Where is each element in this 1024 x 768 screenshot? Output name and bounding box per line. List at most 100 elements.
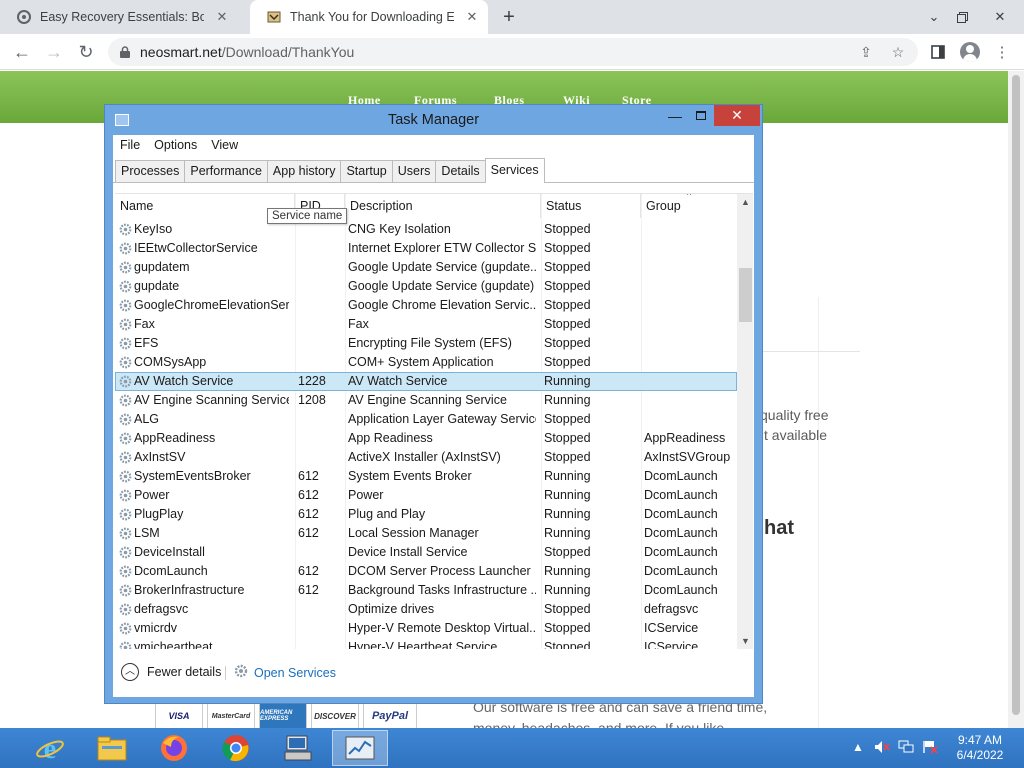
tabs-divider <box>113 182 754 183</box>
services-gear-icon <box>233 663 249 682</box>
table-row[interactable]: gupdate Google Update Service (gupdate) St… <box>115 277 737 296</box>
service-status: Stopped <box>544 450 591 464</box>
scrollbar-thumb[interactable] <box>739 268 752 322</box>
internet-explorer-icon[interactable]: e <box>22 730 78 766</box>
table-row[interactable]: AppReadiness App Readiness Stopped AppReadi… <box>115 429 737 448</box>
scroll-down-icon[interactable]: ▼ <box>737 633 753 649</box>
table-row[interactable]: gupdatem Google Update Service (gupdate..… <box>115 258 737 277</box>
table-row[interactable]: IEEtwCollectorService Internet Explorer E… <box>115 239 737 258</box>
scrollbar-thumb[interactable] <box>1012 75 1020 715</box>
service-name: gupdatem <box>134 260 190 274</box>
service-pid <box>298 429 342 448</box>
minimize-button[interactable]: — <box>662 107 688 127</box>
table-row[interactable]: AxInstSV ActiveX Installer (AxInstSV) Stop… <box>115 448 737 467</box>
close-button[interactable]: ✕ <box>714 105 760 126</box>
menu-kebab-icon[interactable]: ⋮ <box>988 38 1016 66</box>
column-header-description[interactable]: Description <box>345 194 541 218</box>
service-pid: 612 <box>298 469 319 483</box>
page-heading-fragment: hat <box>764 517 794 539</box>
menu-view[interactable]: View <box>204 135 245 156</box>
bookmark-star-icon[interactable]: ☆ <box>888 42 908 62</box>
tab-startup[interactable]: Startup <box>340 160 393 182</box>
tab-users[interactable]: Users <box>391 160 437 182</box>
table-row[interactable]: SystemEventsBroker 612 System Events Broke… <box>115 467 737 486</box>
table-row[interactable]: KeyIso CNG Key Isolation Stopped <box>115 220 737 239</box>
firefox-icon[interactable] <box>146 730 202 766</box>
side-panel-icon[interactable] <box>924 38 952 66</box>
share-icon[interactable]: ⇪ <box>856 42 876 62</box>
show-hidden-icons-icon[interactable]: ▲ <box>852 740 864 754</box>
tab-details[interactable]: Details <box>435 160 486 182</box>
browser-tab-thank-you[interactable]: Thank You for Downloading Easy ✕ <box>250 0 488 34</box>
fewer-details-button[interactable]: ︿ Fewer details <box>121 663 221 681</box>
table-row[interactable]: GoogleChromeElevationSer... Google Chrome… <box>115 296 737 315</box>
restore-window-button[interactable] <box>942 0 982 34</box>
table-row[interactable]: COMSysApp COM+ System Application Stopped <box>115 353 737 372</box>
table-row[interactable]: DeviceInstall Device Install Service Stopp… <box>115 543 737 562</box>
service-status: Stopped <box>544 431 591 445</box>
address-bar[interactable]: neosmart.net/Download/ThankYou ⇪ ☆ <box>108 38 918 66</box>
browser-tab-easy-recovery[interactable]: Easy Recovery Essentials: Bootab ✕ <box>0 0 250 34</box>
service-group: ICService <box>644 621 699 635</box>
service-pid: 1228 <box>298 374 326 388</box>
tab-services[interactable]: Services <box>484 158 545 183</box>
back-arrow-icon[interactable]: ← <box>8 38 36 66</box>
table-row[interactable]: LSM 612 Local Session Manager Running DcomLa… <box>115 524 737 543</box>
clock-date: 6/4/2022 <box>956 748 1004 762</box>
service-group: AxInstSVGroup <box>644 450 731 464</box>
service-name: DeviceInstall <box>134 545 205 559</box>
chrome-icon[interactable] <box>208 730 264 766</box>
service-gear-icon <box>118 583 133 598</box>
page-scrollbar[interactable] <box>1008 71 1024 728</box>
tab-app-history[interactable]: App history <box>266 160 342 182</box>
tab-processes[interactable]: Processes <box>115 160 186 182</box>
service-name: Power <box>134 488 170 502</box>
scroll-up-icon[interactable]: ▲ <box>737 194 753 211</box>
system-clock[interactable]: 9:47 AM 6/4/2022 <box>948 733 1012 763</box>
control-panel-icon[interactable] <box>270 730 326 766</box>
tab-performance[interactable]: Performance <box>184 160 268 182</box>
menu-options[interactable]: Options <box>147 135 204 156</box>
forward-arrow-icon[interactable]: → <box>40 38 68 66</box>
network-icon[interactable] <box>898 740 914 757</box>
maximize-button[interactable] <box>688 107 714 127</box>
service-description: AV Watch Service <box>348 374 448 388</box>
new-tab-button[interactable]: + <box>498 6 520 28</box>
table-row[interactable]: vmicheartbeat Hyper-V Heartbeat Service St… <box>115 638 737 649</box>
action-center-icon[interactable] <box>922 740 938 757</box>
task-manager-title-bar[interactable]: Task Manager — ✕ <box>105 105 762 135</box>
column-header-status[interactable]: Status <box>541 194 641 218</box>
mastercard-logo: MasterCard <box>207 702 255 728</box>
list-scrollbar[interactable]: ▲ ▼ <box>737 194 753 649</box>
service-gear-icon <box>118 317 133 332</box>
table-row[interactable]: EFS Encrypting File System (EFS) Stopped <box>115 334 737 353</box>
table-row[interactable]: Power 612 Power Running DcomLaunch <box>115 486 737 505</box>
close-icon[interactable]: ✕ <box>464 9 480 25</box>
table-row[interactable]: AV Engine Scanning Service 1208 AV Engine … <box>115 391 737 410</box>
service-status: Stopped <box>544 241 591 255</box>
open-services-link[interactable]: Open Services <box>233 663 336 682</box>
file-explorer-icon[interactable] <box>84 730 140 766</box>
reload-icon[interactable]: ↻ <box>72 38 100 66</box>
table-row[interactable]: defragsvc Optimize drives Stopped defragsvc <box>115 600 737 619</box>
table-row[interactable]: vmicrdv Hyper-V Remote Desktop Virtual...… <box>115 619 737 638</box>
menu-file[interactable]: File <box>113 135 147 156</box>
service-gear-icon <box>118 412 133 427</box>
close-icon[interactable]: ✕ <box>214 9 230 25</box>
volume-muted-icon[interactable] <box>874 740 890 757</box>
service-name: EFS <box>134 336 159 350</box>
table-row[interactable]: ALG Application Layer Gateway Service Stop… <box>115 410 737 429</box>
table-row[interactable]: Fax Fax Stopped <box>115 315 737 334</box>
profile-avatar[interactable] <box>956 38 984 66</box>
service-pid <box>298 296 342 315</box>
service-description: Encrypting File System (EFS) <box>348 336 512 350</box>
service-group <box>644 353 734 372</box>
service-description: Internet Explorer ETW Collector S... <box>348 241 536 255</box>
table-row[interactable]: AV Watch Service 1228 AV Watch Service Runn… <box>115 372 737 391</box>
table-row[interactable]: DcomLaunch 612 DCOM Server Process Launche… <box>115 562 737 581</box>
table-row[interactable]: PlugPlay 612 Plug and Play Running DcomLaunc… <box>115 505 737 524</box>
close-window-button[interactable]: ✕ <box>980 0 1020 34</box>
service-group: DcomLaunch <box>644 564 718 578</box>
table-row[interactable]: BrokerInfrastructure 612 Background Tasks … <box>115 581 737 600</box>
task-manager-icon[interactable] <box>332 730 388 766</box>
